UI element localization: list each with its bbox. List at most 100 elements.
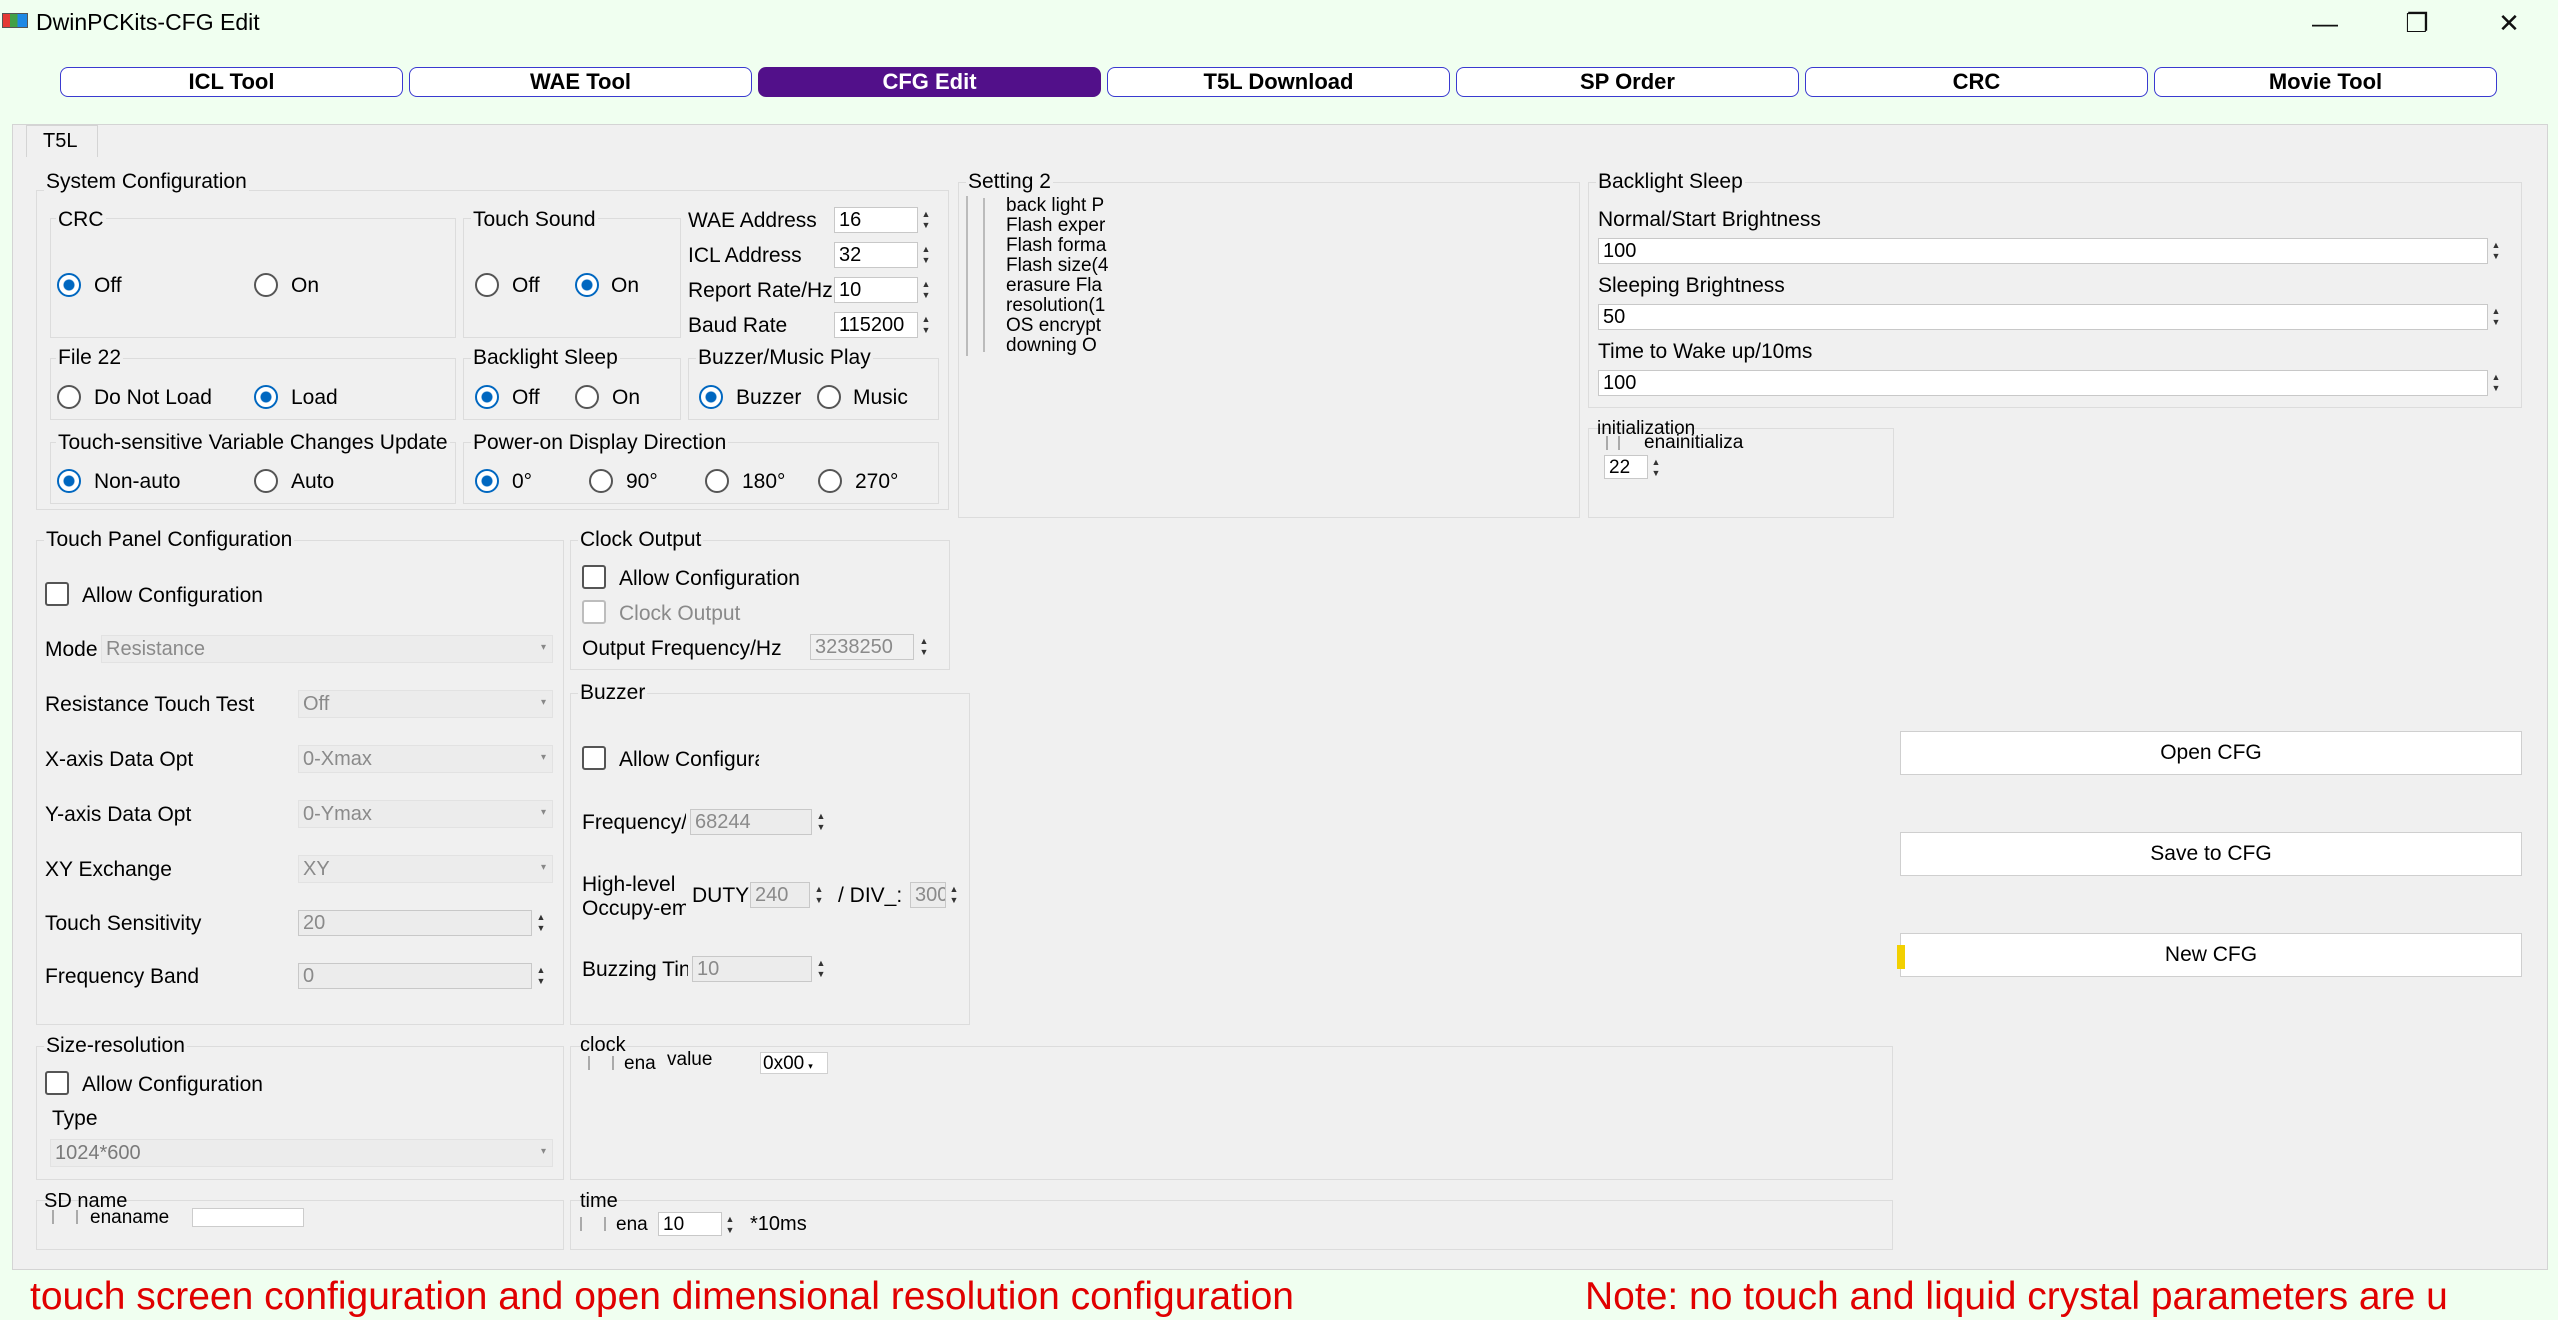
- div-spin-icon[interactable]: ▲ ▼: [948, 884, 960, 906]
- occupy-label: Occupy-em: [582, 897, 686, 920]
- nav-crc[interactable]: CRC: [1805, 67, 2148, 97]
- direction-270-label: 270°: [855, 470, 899, 493]
- backlight-sleep-off-radio[interactable]: [475, 385, 499, 409]
- music-label: Music: [853, 386, 908, 409]
- icl-address-input[interactable]: 32: [834, 242, 918, 268]
- y-axis-select[interactable]: 0-Ymax ▾: [298, 800, 553, 828]
- initialization-input[interactable]: 22: [1604, 455, 1648, 479]
- setting2-item[interactable]: OS encrypt: [968, 316, 1116, 336]
- nav-movie-tool[interactable]: Movie Tool: [2154, 67, 2497, 97]
- report-rate-spin-icon[interactable]: ▲ ▼: [920, 279, 932, 301]
- setting2-item[interactable]: erasure Fla: [968, 276, 1116, 296]
- setting2-item[interactable]: downing O: [968, 336, 1116, 356]
- time-ena-check[interactable]: [580, 1217, 606, 1231]
- touch-sound-on-radio[interactable]: [575, 273, 599, 297]
- setting2-list[interactable]: back light P Flash exper Flash forma Fla…: [966, 196, 1116, 356]
- sleeping-brightness-spin-icon[interactable]: ▲ ▼: [2490, 306, 2502, 328]
- mode-select[interactable]: Resistance ▾: [101, 635, 553, 663]
- duty-input[interactable]: 240: [750, 882, 810, 908]
- sleeping-brightness-input[interactable]: 50: [1598, 304, 2488, 330]
- initialization-check[interactable]: [1606, 436, 1620, 450]
- type-value: 1024*600: [55, 1142, 141, 1164]
- wae-address-spin-icon[interactable]: ▲ ▼: [920, 209, 932, 231]
- xy-exchange-label: XY Exchange: [45, 858, 172, 881]
- restore-icon[interactable]: ❐: [2392, 4, 2442, 42]
- nav-wae-tool[interactable]: WAE Tool: [409, 67, 752, 97]
- x-axis-select[interactable]: 0-Xmax ▾: [298, 745, 553, 773]
- touch-allow-checkbox[interactable]: [45, 582, 69, 606]
- wake-time-label: Time to Wake up/10ms: [1598, 340, 1813, 363]
- time-spin-icon[interactable]: ▲ ▼: [724, 1214, 736, 1236]
- sd-name-input[interactable]: [192, 1208, 304, 1227]
- direction-0-radio[interactable]: [475, 469, 499, 493]
- nav-cfg-edit[interactable]: CFG Edit: [758, 67, 1101, 97]
- crc-on-radio[interactable]: [254, 273, 278, 297]
- wake-time-spin-icon[interactable]: ▲ ▼: [2490, 372, 2502, 394]
- frequency-band-spin-icon[interactable]: ▲ ▼: [535, 965, 547, 987]
- backlight-sleep-on-radio[interactable]: [575, 385, 599, 409]
- open-cfg-button[interactable]: Open CFG: [1900, 731, 2522, 775]
- clock-allow-checkbox[interactable]: [582, 565, 606, 589]
- buzzer-frequency-input[interactable]: 68244: [690, 809, 812, 835]
- buzzer-radio[interactable]: [699, 385, 723, 409]
- clock-ena-check[interactable]: [588, 1056, 614, 1070]
- buzzer-title: Buzzer: [578, 681, 648, 705]
- xy-exchange-select[interactable]: XY ▾: [298, 855, 553, 883]
- setting2-item[interactable]: resolution(1: [968, 296, 1116, 316]
- save-cfg-button[interactable]: Save to CFG: [1900, 832, 2522, 876]
- mode-value: Resistance: [106, 638, 205, 660]
- setting2-item[interactable]: Flash forma: [968, 236, 1116, 256]
- music-radio[interactable]: [817, 385, 841, 409]
- resistance-touch-test-select[interactable]: Off ▾: [298, 690, 553, 718]
- file22-load-radio[interactable]: [254, 385, 278, 409]
- buzzing-time-input[interactable]: 10: [692, 956, 812, 982]
- report-rate-input[interactable]: 10: [834, 277, 918, 303]
- buzzer-allow-checkbox[interactable]: [582, 746, 606, 770]
- size-allow-checkbox[interactable]: [45, 1071, 69, 1095]
- touch-sensitivity-spin-icon[interactable]: ▲ ▼: [535, 912, 547, 934]
- wake-time-input[interactable]: 100: [1598, 370, 2488, 396]
- wae-address-input[interactable]: 16: [834, 207, 918, 233]
- normal-brightness-spin-icon[interactable]: ▲ ▼: [2490, 240, 2502, 262]
- touch-sensitivity-input[interactable]: 20: [298, 910, 532, 936]
- nav-sp-order[interactable]: SP Order: [1456, 67, 1799, 97]
- x-axis-value: 0-Xmax: [303, 748, 372, 770]
- output-frequency-spin-icon[interactable]: ▲ ▼: [918, 636, 930, 658]
- time-input[interactable]: 10: [658, 1212, 722, 1236]
- normal-brightness-input[interactable]: 100: [1598, 238, 2488, 264]
- close-icon[interactable]: ✕: [2484, 4, 2534, 42]
- tab-t5l[interactable]: T5L: [26, 125, 98, 157]
- frequency-band-input[interactable]: 0: [298, 963, 532, 989]
- direction-180-radio[interactable]: [705, 469, 729, 493]
- file22-load-label: Load: [291, 386, 338, 409]
- setting2-item[interactable]: Flash exper: [968, 216, 1116, 236]
- nav-icl-tool[interactable]: ICL Tool: [60, 67, 403, 97]
- buzzer-frequency-label: Frequency/: [582, 811, 686, 834]
- clock-output-checkbox[interactable]: [582, 600, 606, 624]
- baud-rate-input[interactable]: 115200: [834, 312, 918, 338]
- touch-sound-off-radio[interactable]: [475, 273, 499, 297]
- minimize-icon[interactable]: —: [2300, 4, 2350, 42]
- nav-t5l-download[interactable]: T5L Download: [1107, 67, 1450, 97]
- buzzing-time-label: Buzzing Tin: [582, 958, 688, 981]
- clock-value-select[interactable]: 0x00 ▾: [760, 1052, 828, 1074]
- setting2-item[interactable]: back light P: [968, 196, 1116, 216]
- sd-ena-check[interactable]: [52, 1210, 78, 1224]
- file22-not-load-radio[interactable]: [57, 385, 81, 409]
- output-frequency-input[interactable]: 3238250: [810, 634, 914, 660]
- duty-spin-icon[interactable]: ▲ ▼: [813, 884, 825, 906]
- auto-radio[interactable]: [254, 469, 278, 493]
- crc-off-radio[interactable]: [57, 273, 81, 297]
- icl-address-spin-icon[interactable]: ▲ ▼: [920, 244, 932, 266]
- direction-270-radio[interactable]: [818, 469, 842, 493]
- baud-rate-spin-icon[interactable]: ▲ ▼: [920, 314, 932, 336]
- type-select[interactable]: 1024*600 ▾: [50, 1139, 553, 1167]
- setting2-item[interactable]: Flash size(4: [968, 256, 1116, 276]
- buzzer-frequency-spin-icon[interactable]: ▲ ▼: [815, 811, 827, 833]
- div-input[interactable]: 300: [910, 882, 946, 908]
- direction-90-radio[interactable]: [589, 469, 613, 493]
- new-cfg-button[interactable]: New CFG: [1900, 933, 2522, 977]
- buzzing-time-spin-icon[interactable]: ▲ ▼: [815, 958, 827, 980]
- non-auto-radio[interactable]: [57, 469, 81, 493]
- initialization-spin-icon[interactable]: ▲ ▼: [1650, 457, 1662, 479]
